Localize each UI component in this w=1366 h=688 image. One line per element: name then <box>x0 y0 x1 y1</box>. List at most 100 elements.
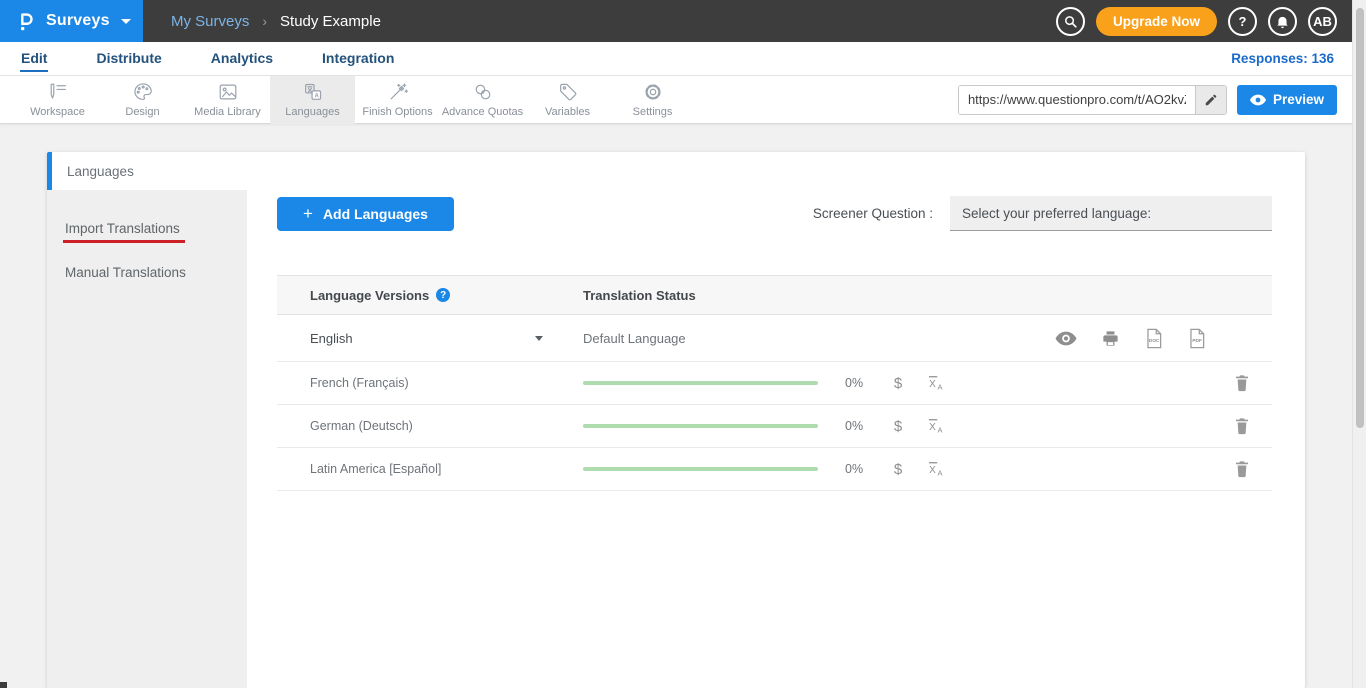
upgrade-now-button[interactable]: Upgrade Now <box>1096 7 1217 36</box>
delete-language-button[interactable] <box>1234 417 1250 435</box>
help-button[interactable]: ? <box>1228 7 1257 36</box>
chevron-down-icon <box>121 19 131 24</box>
chevron-down-icon[interactable] <box>535 336 543 341</box>
translate-xa-icon: XA <box>926 416 946 436</box>
svg-text:A: A <box>938 426 943 435</box>
tag-icon <box>557 81 579 103</box>
toolbar-item-advance-quotas[interactable]: Advance Quotas <box>440 76 525 124</box>
auto-translate-button[interactable]: XA <box>919 373 953 393</box>
page-scrollbar[interactable] <box>1352 0 1366 688</box>
svg-text:X: X <box>929 465 936 476</box>
toolbar-item-languages[interactable]: A Languages <box>270 76 355 124</box>
svg-text:X: X <box>929 422 936 433</box>
languages-main: + Add Languages Screener Question : Sele… <box>247 152 1305 688</box>
sidebar-item-languages[interactable]: Languages <box>47 152 247 190</box>
paid-translation-icon[interactable]: $ <box>883 375 913 392</box>
magic-wand-icon <box>387 81 409 103</box>
trash-icon <box>1234 374 1250 392</box>
export-doc-button[interactable]: DOC <box>1144 328 1163 349</box>
languages-sidebar: Languages Import Translations Manual Tra… <box>47 152 247 688</box>
screener-question: Screener Question : Select your preferre… <box>813 196 1272 231</box>
sidebar-item-import-translations[interactable]: Import Translations <box>47 212 247 252</box>
translate-xa-icon: XA <box>926 373 946 393</box>
doc-file-icon: DOC <box>1144 328 1163 349</box>
breadcrumb-my-surveys[interactable]: My Surveys <box>171 13 249 30</box>
tab-distribute[interactable]: Distribute <box>95 45 162 72</box>
product-switcher[interactable]: Surveys <box>0 0 143 42</box>
trash-icon <box>1234 460 1250 478</box>
eye-icon <box>1055 331 1077 346</box>
scrollbar-thumb[interactable] <box>1356 8 1364 428</box>
help-icon[interactable]: ? <box>436 288 450 302</box>
language-name: French (Français) <box>310 376 409 390</box>
notifications-button[interactable] <box>1268 7 1297 36</box>
auto-translate-button[interactable]: XA <box>919 459 953 479</box>
search-button[interactable] <box>1056 7 1085 36</box>
svg-text:A: A <box>938 383 943 392</box>
translation-progress-bar <box>583 424 818 428</box>
toolbar-right: Preview <box>958 85 1366 115</box>
delete-language-button[interactable] <box>1234 374 1250 392</box>
avatar[interactable]: AB <box>1308 7 1337 36</box>
svg-text:DOC: DOC <box>1149 338 1160 344</box>
responses-count[interactable]: Responses: 136 <box>1231 51 1334 66</box>
bell-icon <box>1275 14 1290 29</box>
preview-button[interactable]: Preview <box>1237 85 1337 115</box>
page-corner-artifact <box>0 682 7 688</box>
toolbar-item-workspace[interactable]: Workspace <box>15 76 100 124</box>
table-row-language: French (Français) 0% $ XA <box>277 362 1272 405</box>
tab-analytics[interactable]: Analytics <box>210 45 274 72</box>
tab-integration[interactable]: Integration <box>321 45 395 72</box>
svg-text:PDF: PDF <box>1192 338 1202 344</box>
print-button[interactable] <box>1101 329 1120 348</box>
survey-url-group <box>958 85 1227 115</box>
top-header: Surveys My Surveys › Study Example Upgra… <box>0 0 1366 42</box>
default-language-actions: DOC PDF <box>1055 328 1206 349</box>
gear-icon <box>642 81 664 103</box>
svg-text:A: A <box>314 93 319 99</box>
workspace-icon <box>47 81 69 103</box>
auto-translate-button[interactable]: XA <box>919 416 953 436</box>
add-languages-button[interactable]: + Add Languages <box>277 197 454 231</box>
languages-actions-row: + Add Languages Screener Question : Sele… <box>247 152 1305 275</box>
language-name: Latin America [Español] <box>310 462 441 476</box>
sidebar-item-manual-translations[interactable]: Manual Translations <box>47 252 247 292</box>
translation-percent: 0% <box>845 462 877 476</box>
language-versions-table: Language Versions ? Translation Status E… <box>277 275 1272 491</box>
screener-question-label: Screener Question : <box>813 206 933 221</box>
col-language-versions: Language Versions <box>310 288 429 303</box>
plus-icon: + <box>303 204 313 224</box>
languages-card: Languages Import Translations Manual Tra… <box>47 152 1305 688</box>
breadcrumb-separator-icon: › <box>262 13 267 29</box>
screener-question-select[interactable]: Select your preferred language: <box>950 196 1272 231</box>
svg-text:A: A <box>938 469 943 478</box>
import-translations-label: Import Translations <box>63 221 185 243</box>
image-icon <box>217 81 239 103</box>
language-name: German (Deutsch) <box>310 419 413 433</box>
tab-edit[interactable]: Edit <box>20 45 48 72</box>
translate-icon: A <box>302 81 324 103</box>
delete-language-button[interactable] <box>1234 460 1250 478</box>
pencil-icon <box>1204 93 1218 107</box>
header-actions: Upgrade Now ? AB <box>1056 7 1366 36</box>
pdf-file-icon: PDF <box>1187 328 1206 349</box>
survey-url-input[interactable] <box>959 86 1195 114</box>
palette-icon <box>132 81 154 103</box>
view-survey-button[interactable] <box>1055 331 1077 346</box>
toolbar-item-media-library[interactable]: Media Library <box>185 76 270 124</box>
toolbar-item-design[interactable]: Design <box>100 76 185 124</box>
sidebar-items: Import Translations Manual Translations <box>47 190 247 688</box>
export-pdf-button[interactable]: PDF <box>1187 328 1206 349</box>
toolbar-item-variables[interactable]: Variables <box>525 76 610 124</box>
default-language-name: English <box>310 331 353 346</box>
edit-url-button[interactable] <box>1195 86 1226 114</box>
table-row-language: German (Deutsch) 0% $ XA <box>277 405 1272 448</box>
eye-icon <box>1250 94 1266 106</box>
svg-text:X: X <box>929 379 936 390</box>
breadcrumb: My Surveys › Study Example <box>171 13 381 30</box>
toolbar-item-settings[interactable]: Settings <box>610 76 695 124</box>
paid-translation-icon[interactable]: $ <box>883 461 913 478</box>
toolbar-item-finish-options[interactable]: Finish Options <box>355 76 440 124</box>
printer-icon <box>1101 329 1120 348</box>
paid-translation-icon[interactable]: $ <box>883 418 913 435</box>
